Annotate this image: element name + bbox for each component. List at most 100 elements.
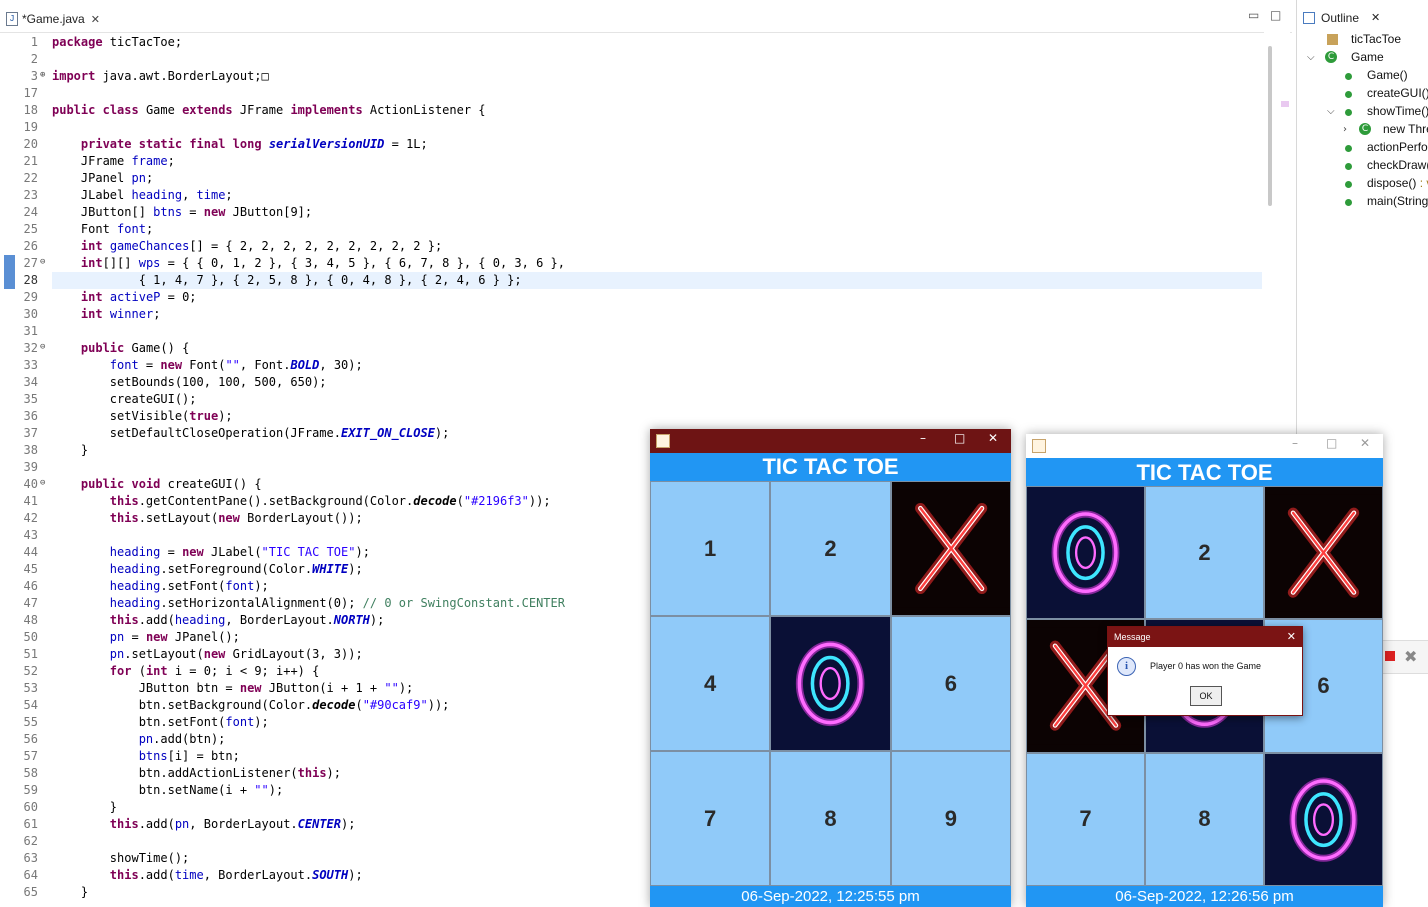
code-line[interactable]: } [52,884,88,901]
code-line[interactable]: font = new Font("", Font.BOLD, 30); [52,357,363,374]
outline-item-show-time[interactable]: showTime() [1367,104,1428,118]
outline-item-check-draw[interactable]: checkDraw( [1367,158,1428,172]
line-number: 31 [23,324,38,338]
collapse-fold-icon[interactable]: ⊖ [40,257,45,267]
code-line[interactable]: int winner; [52,306,161,323]
code-line[interactable]: JLabel heading, time; [52,187,233,204]
outline-item-package[interactable]: ticTacToe [1351,32,1401,46]
code-line[interactable]: Font font; [52,221,153,238]
code-line[interactable]: pn = new JPanel(); [52,629,240,646]
code-line[interactable]: } [52,442,88,459]
board-cell-6[interactable]: 6 [890,616,1011,751]
code-line[interactable]: heading.setFont(font); [52,578,269,595]
code-line[interactable]: btn.addActionListener(this); [52,765,341,782]
outline-title[interactable]: Outline [1321,11,1359,25]
maximize-icon[interactable]: □ [954,431,965,445]
editor-scrollbar-thumb[interactable] [1268,46,1272,206]
collapse-fold-icon[interactable]: ⊖ [40,478,45,488]
board-cell-1[interactable]: 1 [650,481,771,616]
o-mark-icon [1265,760,1382,878]
code-line[interactable]: pn.add(btn); [52,731,226,748]
minimize-editor-icon[interactable]: ▭ [1248,8,1259,22]
maximize-editor-icon[interactable]: □ [1270,8,1281,22]
minimize-icon[interactable]: – [1292,436,1298,450]
board-cell-3[interactable] [1264,486,1383,620]
board-cell-2[interactable]: 2 [1145,486,1264,620]
line-number: 35 [23,392,38,406]
code-line[interactable]: btn.setFont(font); [52,714,269,731]
board-cell-8[interactable]: 8 [1145,752,1264,886]
board-cell-8[interactable]: 8 [770,751,891,886]
code-line[interactable]: heading = new JLabel("TIC TAC TOE"); [52,544,370,561]
code-line[interactable]: public void createGUI() { [52,476,262,493]
close-icon[interactable]: ✕ [1287,627,1296,647]
outline-item-action-performed[interactable]: actionPerfo [1367,140,1428,154]
code-line[interactable]: JButton[] btns = new JButton[9]; [52,204,312,221]
board-cell-1[interactable] [1026,486,1145,620]
ok-button[interactable]: OK [1190,686,1222,706]
board-cell-7[interactable]: 7 [1026,752,1145,886]
code-line[interactable]: btn.setBackground(Color.decode("#90caf9"… [52,697,450,714]
code-line[interactable]: createGUI(); [52,391,197,408]
outline-item-new-thread[interactable]: new Thre [1383,122,1428,136]
outline-item-dispose[interactable]: dispose() : v [1367,176,1428,190]
close-outline-icon[interactable]: ✕ [1371,11,1380,24]
close-tab-icon[interactable]: ✕ [91,13,100,26]
board-cell-7[interactable]: 7 [650,751,771,886]
outline-item-create-gui[interactable]: createGUI() [1367,86,1428,100]
close-icon[interactable]: ✕ [1360,436,1370,450]
game-titlebar-right[interactable]: – □ ✕ [1026,434,1383,458]
chevron-right-icon[interactable]: › [1343,124,1347,135]
code-line[interactable]: heading.setHorizontalAlignment(0); // 0 … [52,595,565,612]
close-icon[interactable]: ✕ [988,431,998,445]
outline-item-class-game[interactable]: Game [1351,50,1384,64]
expand-fold-icon[interactable]: ⊕ [40,70,45,80]
code-line[interactable]: public class Game extends JFrame impleme… [52,102,486,119]
board-cell-2[interactable]: 2 [770,481,891,616]
code-line[interactable]: JButton btn = new JButton(i + 1 + ""); [52,680,414,697]
code-line[interactable]: int[][] wps = { { 0, 1, 2 }, { 3, 4, 5 }… [52,255,565,272]
terminate-icon[interactable] [1385,651,1395,661]
code-line[interactable]: this.setLayout(new BorderLayout()); [52,510,363,527]
code-line[interactable]: this.add(time, BorderLayout.SOUTH); [52,867,363,884]
code-line[interactable]: } [52,799,117,816]
code-line[interactable]: int activeP = 0; [52,289,197,306]
code-line[interactable]: setDefaultCloseOperation(JFrame.EXIT_ON_… [52,425,450,442]
outline-item-constructor[interactable]: Game() [1367,68,1408,82]
board-cell-9[interactable] [1264,752,1383,886]
code-line[interactable]: import java.awt.BorderLayout;□ [52,68,269,85]
code-line[interactable]: this.add(heading, BorderLayout.NORTH); [52,612,385,629]
chevron-down-icon[interactable]: ⌵ [1307,52,1315,63]
code-line[interactable]: heading.setForeground(Color.WHITE); [52,561,363,578]
code-line[interactable]: package ticTacToe; [52,34,182,51]
outline-item-main[interactable]: main(String [1367,194,1428,208]
code-line[interactable]: setVisible(true); [52,408,233,425]
maximize-icon[interactable]: □ [1326,436,1337,450]
board-cell-3[interactable] [890,481,1011,616]
code-line[interactable]: private static final long serialVersionU… [52,136,428,153]
code-line[interactable]: btns[i] = btn; [52,748,240,765]
minimize-icon[interactable]: – [920,431,926,445]
code-line[interactable]: JPanel pn; [52,170,153,187]
chevron-down-icon[interactable]: ⌵ [1327,106,1335,117]
editor-tab-game-java[interactable]: J *Game.java ✕ [6,7,100,31]
code-line[interactable]: showTime(); [52,850,189,867]
board-cell-5[interactable] [770,616,891,751]
code-line[interactable]: int gameChances[] = { 2, 2, 2, 2, 2, 2, … [52,238,442,255]
code-line[interactable]: JFrame frame; [52,153,175,170]
game-board: 1 2 4 6 7 8 9 [650,481,1011,886]
code-line[interactable]: for (int i = 0; i < 9; i++) { [52,663,320,680]
code-line[interactable]: { 1, 4, 7 }, { 2, 5, 8 }, { 0, 4, 8 }, {… [52,272,522,289]
game-titlebar-left[interactable]: – □ ✕ [650,429,1011,453]
dialog-titlebar[interactable]: Message ✕ [1108,627,1302,647]
board-cell-4[interactable]: 4 [650,616,771,751]
board-cell-9[interactable]: 9 [890,751,1011,886]
code-line[interactable]: pn.setLayout(new GridLayout(3, 3)); [52,646,363,663]
code-line[interactable]: btn.setName(i + ""); [52,782,284,799]
collapse-fold-icon[interactable]: ⊖ [40,342,45,352]
code-line[interactable]: public Game() { [52,340,189,357]
remove-launch-icon[interactable]: ✖ [1404,647,1417,666]
code-line[interactable]: setBounds(100, 100, 500, 650); [52,374,327,391]
code-line[interactable]: this.getContentPane().setBackground(Colo… [52,493,551,510]
code-line[interactable]: this.add(pn, BorderLayout.CENTER); [52,816,356,833]
